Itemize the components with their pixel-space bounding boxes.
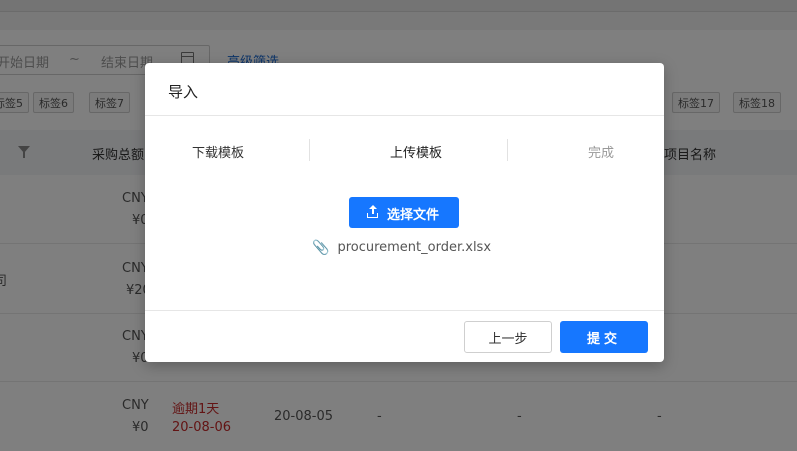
step-divider xyxy=(309,139,310,161)
dialog-title: 导入 xyxy=(168,83,199,101)
upload-icon xyxy=(367,205,378,218)
step-divider xyxy=(507,139,508,161)
select-file-button[interactable]: 选择文件 xyxy=(349,197,459,228)
paperclip-icon: 📎 xyxy=(312,240,330,256)
import-dialog: 导入 下载模板 上传模板 完成 选择文件 📎 procurement_order.… xyxy=(145,63,664,362)
select-file-label: 选择文件 xyxy=(387,208,440,223)
previous-step-button[interactable]: 上一步 xyxy=(464,321,552,353)
header-divider xyxy=(145,115,664,116)
step-upload-template: 上传模板 xyxy=(390,146,443,161)
uploaded-file-item[interactable]: 📎 procurement_order.xlsx xyxy=(312,240,491,256)
submit-button[interactable]: 提交 xyxy=(560,321,648,353)
step-complete: 完成 xyxy=(588,146,615,161)
footer-divider xyxy=(145,310,664,311)
file-name: procurement_order.xlsx xyxy=(337,240,492,255)
step-download-template: 下载模板 xyxy=(192,146,245,161)
